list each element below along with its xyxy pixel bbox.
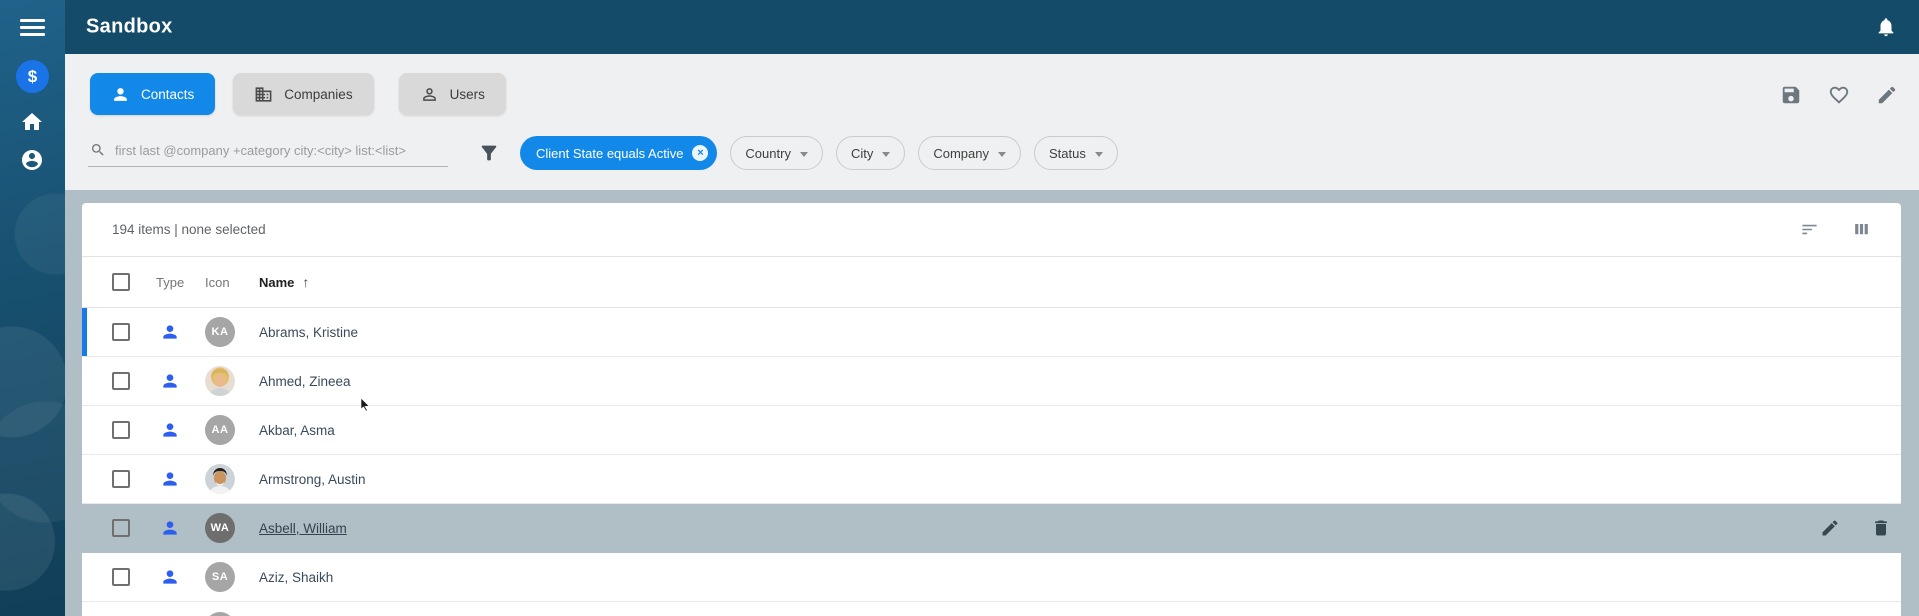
- entity-tabs: Contacts Companies Users: [90, 73, 506, 115]
- avatar-photo: [205, 366, 235, 396]
- contact-name-link[interactable]: Ahmed, Zineea: [259, 374, 351, 389]
- delete-row-button[interactable]: [1871, 518, 1891, 538]
- tab-companies-label: Companies: [284, 86, 353, 102]
- sort-button[interactable]: [1800, 220, 1819, 239]
- favorite-button[interactable]: [1828, 84, 1850, 106]
- building-icon: [255, 86, 272, 102]
- column-header-type: Type: [156, 274, 185, 290]
- chevron-down-icon: [882, 151, 891, 157]
- avatar: [205, 612, 235, 616]
- person-icon: [114, 87, 127, 101]
- contact-name-link[interactable]: Armstrong, Austin: [259, 472, 366, 487]
- trash-icon: [1875, 520, 1887, 536]
- filter-chips: Client State equals Active × Country Cit…: [520, 136, 1118, 170]
- table-row[interactable]: KA Abrams, Kristine: [82, 308, 1901, 357]
- table-header-row: Type Icon Name ↑: [82, 257, 1901, 308]
- columns-icon: [1855, 223, 1868, 235]
- tab-contacts-label: Contacts: [141, 86, 195, 102]
- pencil-icon: [1822, 520, 1838, 536]
- heart-outline-icon: [1829, 86, 1849, 104]
- row-checkbox[interactable]: [112, 421, 130, 439]
- main-content: Contacts Companies Users first last @com…: [65, 54, 1919, 616]
- contact-name-link[interactable]: Asbell, William: [259, 521, 347, 536]
- sidebar-item-account[interactable]: [20, 148, 44, 172]
- table-row[interactable]: SA Aziz, Shaikh: [82, 553, 1901, 602]
- tab-contacts[interactable]: Contacts: [90, 73, 216, 115]
- avatar: WA: [205, 513, 235, 543]
- filter-funnel-icon[interactable]: [478, 142, 500, 164]
- tab-companies[interactable]: Companies: [233, 73, 374, 115]
- app-logo-dollar-icon[interactable]: $: [16, 60, 49, 93]
- row-checkbox[interactable]: [112, 519, 130, 537]
- filter-company-label: Company: [933, 145, 989, 161]
- sidebar-item-home[interactable]: [20, 110, 44, 134]
- contact-type-person-icon: [160, 567, 180, 587]
- page-title: Sandbox: [86, 15, 173, 38]
- filter-dropdown-country[interactable]: Country: [730, 136, 823, 170]
- contact-list: 194 items | none selected Type Icon Name…: [82, 203, 1901, 616]
- filter-dropdown-city[interactable]: City: [835, 136, 906, 170]
- contact-type-person-icon: [160, 469, 180, 489]
- column-header-name[interactable]: Name ↑: [254, 274, 1901, 290]
- sort-icon: [1802, 224, 1817, 235]
- search-icon: [92, 144, 104, 156]
- contact-type-person-icon: [160, 322, 180, 342]
- view-actions: [1780, 84, 1898, 106]
- contact-type-person-icon: [160, 420, 180, 440]
- select-all-checkbox[interactable]: [112, 273, 130, 291]
- tab-users[interactable]: Users: [398, 73, 506, 115]
- avatar: SA: [205, 562, 235, 592]
- avatar: AA: [205, 415, 235, 445]
- active-filter-chip[interactable]: Client State equals Active ×: [520, 136, 718, 170]
- contact-type-person-icon: [160, 371, 180, 391]
- sidebar: $: [0, 0, 65, 616]
- notifications-bell-icon[interactable]: [1875, 16, 1897, 38]
- row-checkbox[interactable]: [112, 372, 130, 390]
- table-row[interactable]: AA Akbar, Asma: [82, 406, 1901, 455]
- filter-dropdown-company[interactable]: Company: [918, 136, 1021, 170]
- topbar: Sandbox: [0, 0, 1919, 54]
- list-toolbar: 194 items | none selected: [82, 203, 1901, 257]
- contact-name-link[interactable]: Abrams, Kristine: [259, 325, 358, 340]
- menu-icon[interactable]: [20, 19, 45, 40]
- table-row-selected[interactable]: WA Asbell, William: [82, 504, 1901, 553]
- filter-dropdown-status[interactable]: Status: [1033, 136, 1118, 170]
- table-row[interactable]: Armstrong, Austin: [82, 455, 1901, 504]
- pencil-icon: [1878, 86, 1896, 104]
- table-row-partial: [82, 602, 1901, 616]
- search-box[interactable]: [88, 137, 448, 167]
- person-outline-icon: [422, 87, 436, 101]
- edit-view-button[interactable]: [1876, 84, 1898, 106]
- chevron-down-icon: [1094, 151, 1103, 157]
- row-focus-indicator: [82, 308, 87, 356]
- tab-users-label: Users: [449, 86, 485, 102]
- contact-name-link[interactable]: Aziz, Shaikh: [259, 570, 333, 585]
- mouse-cursor-icon: [360, 398, 370, 411]
- table-row[interactable]: Ahmed, Zineea: [82, 357, 1901, 411]
- remove-filter-icon[interactable]: ×: [692, 145, 709, 161]
- column-header-icon: Icon: [205, 274, 230, 290]
- chevron-down-icon: [799, 151, 808, 157]
- filter-country-label: Country: [745, 145, 791, 161]
- chevron-down-icon: [997, 151, 1006, 157]
- columns-button[interactable]: [1852, 220, 1871, 239]
- edit-row-button[interactable]: [1820, 518, 1840, 538]
- active-filter-label: Client State equals Active: [536, 145, 684, 161]
- floppy-save-icon: [1782, 86, 1800, 104]
- row-checkbox[interactable]: [112, 470, 130, 488]
- contact-type-person-icon: [160, 518, 180, 538]
- save-view-button[interactable]: [1780, 84, 1802, 106]
- filter-city-label: City: [850, 145, 874, 161]
- contact-name-link[interactable]: Akbar, Asma: [259, 423, 335, 438]
- avatar-photo: [205, 464, 235, 494]
- list-container: 194 items | none selected Type Icon Name…: [65, 190, 1919, 616]
- search-row: [88, 137, 500, 167]
- row-checkbox[interactable]: [112, 568, 130, 586]
- filter-status-label: Status: [1048, 145, 1086, 161]
- selection-summary: 194 items | none selected: [112, 222, 266, 237]
- sort-ascending-arrow-icon: ↑: [302, 274, 310, 290]
- row-checkbox[interactable]: [112, 323, 130, 341]
- avatar: KA: [205, 317, 235, 347]
- search-input[interactable]: [115, 142, 446, 158]
